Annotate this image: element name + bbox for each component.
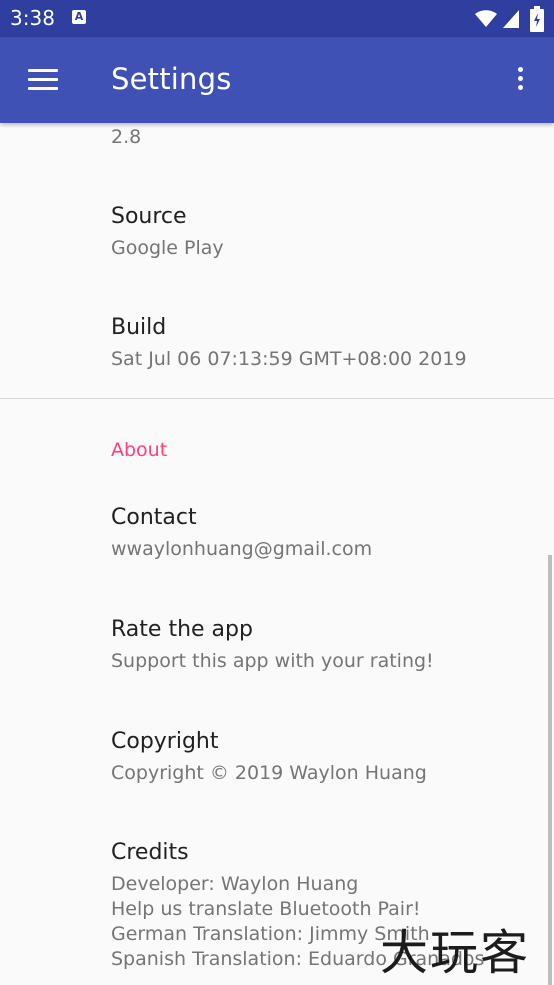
- rate-app-title: Rate the app: [111, 617, 253, 642]
- contact-title: Contact: [111, 505, 197, 530]
- hamburger-menu-icon[interactable]: [28, 69, 58, 91]
- credits-line: Developer: Waylon Huang: [111, 873, 359, 895]
- version-summary: 2.8: [111, 126, 142, 148]
- scrollbar[interactable]: [548, 555, 552, 985]
- build-title: Build: [111, 315, 167, 340]
- page-title: Settings: [111, 62, 232, 96]
- copyright-title: Copyright: [111, 729, 219, 754]
- about-category-header: About: [111, 439, 168, 461]
- app-bar: Settings: [0, 37, 554, 123]
- settings-list[interactable]: 2.8 Source Google Play Build Sat Jul 06 …: [0, 123, 554, 985]
- credits-title: Credits: [111, 840, 189, 865]
- credits-line: Help us translate Bluetooth Pair!: [111, 898, 421, 920]
- source-title: Source: [111, 204, 187, 229]
- status-bar: 3:38 A: [0, 0, 554, 37]
- copyright-summary: Copyright © 2019 Waylon Huang: [111, 762, 427, 784]
- source-summary: Google Play: [111, 237, 224, 259]
- build-summary: Sat Jul 06 07:13:59 GMT+08:00 2019: [111, 348, 467, 370]
- signal-icon: [503, 10, 519, 28]
- more-options-icon[interactable]: [513, 67, 527, 95]
- contact-summary: wwaylonhuang@gmail.com: [111, 538, 373, 560]
- notification-icon: A: [72, 10, 86, 24]
- rate-app-summary: Support this app with your rating!: [111, 650, 434, 672]
- section-divider: [0, 398, 554, 399]
- status-time: 3:38: [10, 6, 55, 30]
- battery-charging-icon: [530, 6, 544, 32]
- watermark-logo: 大玩客: [380, 925, 531, 981]
- wifi-icon: [475, 10, 497, 27]
